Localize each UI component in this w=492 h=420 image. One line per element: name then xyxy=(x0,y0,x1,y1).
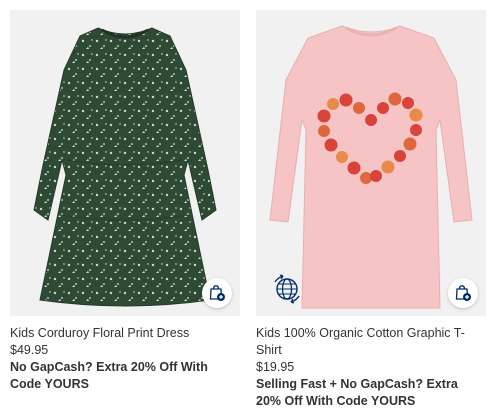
product-price: $19.95 xyxy=(256,360,295,374)
product-info: Kids Corduroy Floral Print Dress $49.95 … xyxy=(10,316,240,393)
add-to-bag-button[interactable] xyxy=(448,278,478,308)
product-info: Kids 100% Organic Cotton Graphic T-Shirt… xyxy=(256,316,486,410)
product-image[interactable] xyxy=(256,10,486,316)
product-card[interactable]: Kids 100% Organic Cotton Graphic T-Shirt… xyxy=(256,10,486,410)
pink-apple-heart-tee-image xyxy=(269,25,473,309)
green-floral-dress-image xyxy=(33,27,217,307)
shopping-bag-plus-icon xyxy=(209,285,225,301)
product-image[interactable] xyxy=(10,10,240,316)
add-to-bag-button[interactable] xyxy=(202,278,232,308)
globe-recycle-icon xyxy=(274,274,300,304)
product-promo: No GapCash? Extra 20% Off With Code YOUR… xyxy=(10,360,208,391)
product-title[interactable]: Kids Corduroy Floral Print Dress xyxy=(10,325,240,342)
product-promo: Selling Fast + No GapCash? Extra 20% Off… xyxy=(256,377,458,408)
shopping-bag-plus-icon xyxy=(455,285,471,301)
product-title[interactable]: Kids 100% Organic Cotton Graphic T-Shirt xyxy=(256,325,486,359)
product-price: $49.95 xyxy=(10,343,49,357)
sustainability-badge[interactable] xyxy=(270,272,304,306)
product-grid: Kids Corduroy Floral Print Dress $49.95 … xyxy=(0,0,492,420)
product-card[interactable]: Kids Corduroy Floral Print Dress $49.95 … xyxy=(10,10,240,393)
